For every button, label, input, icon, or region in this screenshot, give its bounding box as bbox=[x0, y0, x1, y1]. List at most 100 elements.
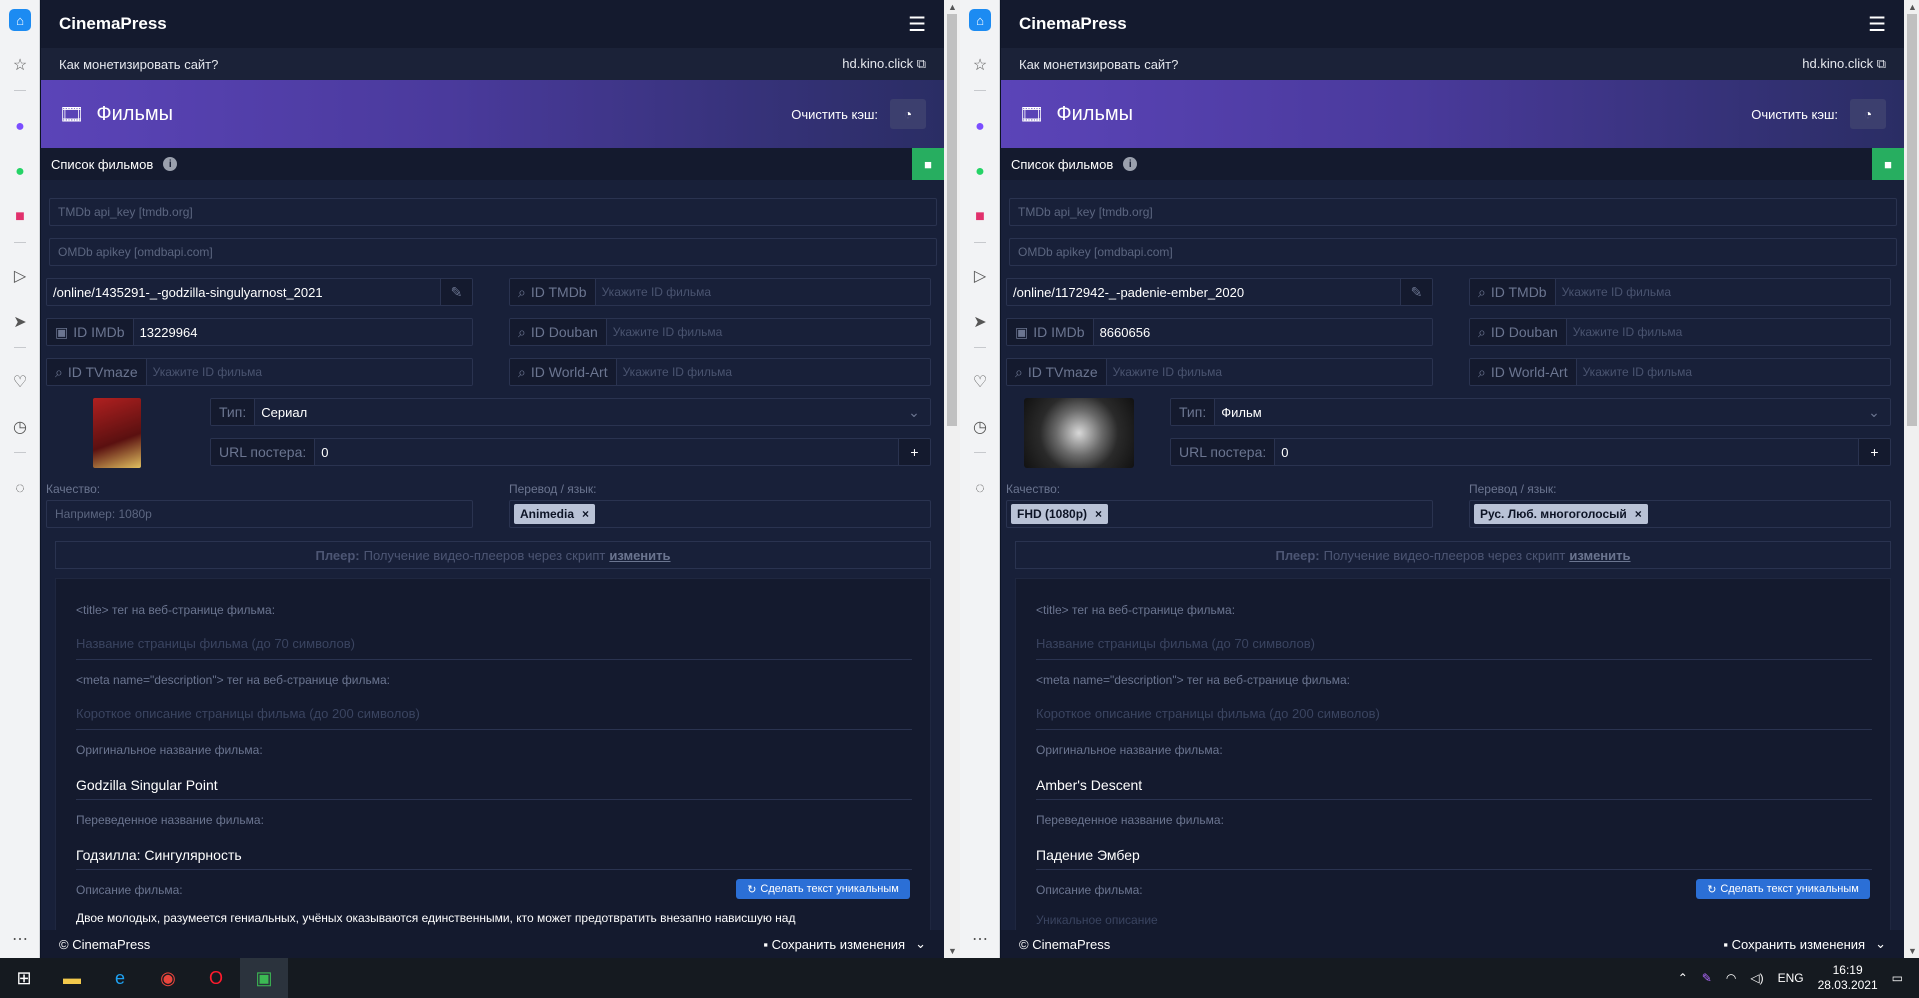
player-icon[interactable]: ▷ bbox=[9, 265, 31, 287]
id-tvmaze-input[interactable]: Укажите ID фильма bbox=[1106, 359, 1432, 385]
type-select[interactable]: Тип: Сериал ⌄ bbox=[210, 398, 931, 426]
messenger-icon[interactable]: ● bbox=[969, 116, 991, 138]
id-douban-field[interactable]: ⌕ ID Douban Укажите ID фильма bbox=[509, 318, 931, 346]
notification-icon[interactable]: ▭ bbox=[1892, 971, 1903, 985]
orig-name-input[interactable]: Amber's Descent bbox=[1036, 777, 1142, 793]
info-icon[interactable]: i bbox=[1123, 157, 1138, 171]
id-imdb-input[interactable]: 8660656 bbox=[1093, 319, 1432, 345]
history-icon[interactable]: ◷ bbox=[9, 416, 31, 438]
id-imdb-input[interactable]: 13229964 bbox=[133, 319, 472, 345]
id-worldart-field[interactable]: ⌕ ID World-Art Укажите ID фильма bbox=[509, 358, 931, 386]
send-icon[interactable]: ➤ bbox=[9, 311, 31, 333]
chevron-down-icon[interactable]: ⌄ bbox=[1875, 936, 1886, 952]
plus-icon[interactable]: + bbox=[898, 439, 930, 465]
star-icon[interactable]: ☆ bbox=[969, 54, 991, 76]
desc-tag-input[interactable]: Короткое описание страницы фильма (до 20… bbox=[1036, 706, 1380, 721]
explorer-icon[interactable]: ▬ bbox=[48, 958, 96, 998]
pen-icon[interactable]: ✎ bbox=[1702, 971, 1712, 985]
desc-tag-input[interactable]: Короткое описание страницы фильма (до 20… bbox=[76, 706, 420, 721]
chevron-down-icon[interactable]: ⌄ bbox=[898, 399, 930, 425]
brand-logo[interactable]: CinemaPress bbox=[59, 14, 167, 34]
film-desc-text[interactable]: Двое молодых, разумеется гениальных, учё… bbox=[76, 911, 912, 925]
volume-icon[interactable]: ◁) bbox=[1750, 971, 1763, 985]
network-icon[interactable]: ◠ bbox=[1726, 971, 1736, 985]
domain-link[interactable]: hd.kino.click ⧉ bbox=[1802, 56, 1886, 72]
id-douban-input[interactable]: Укажите ID фильма bbox=[1566, 319, 1890, 345]
whatsapp-icon[interactable]: ● bbox=[9, 161, 31, 183]
url-value[interactable]: /online/1172942-_-padenie-ember_2020 bbox=[1007, 279, 1400, 305]
video-icon[interactable]: ■ bbox=[912, 148, 944, 180]
chevron-up-icon[interactable]: ⌃ bbox=[1678, 971, 1688, 985]
bulb-icon[interactable]: ◌ bbox=[9, 478, 31, 500]
bulb-icon[interactable]: ◌ bbox=[969, 478, 991, 500]
scrollbar[interactable]: ▲ ▼ bbox=[1904, 0, 1919, 958]
id-tvmaze-input[interactable]: Укажите ID фильма bbox=[146, 359, 472, 385]
app-icon[interactable]: ▣ bbox=[240, 958, 288, 998]
info-icon[interactable]: i bbox=[163, 157, 178, 171]
id-worldart-input[interactable]: Укажите ID фильма bbox=[616, 359, 930, 385]
id-douban-input[interactable]: Укажите ID фильма bbox=[606, 319, 930, 345]
poster-url-input[interactable]: 0 bbox=[1275, 439, 1858, 465]
poster-url-field[interactable]: URL постера: 0 + bbox=[1170, 438, 1891, 466]
windows-start-icon[interactable]: ⊞ bbox=[0, 958, 48, 998]
id-worldart-field[interactable]: ⌕ ID World-Art Укажите ID фильма bbox=[1469, 358, 1891, 386]
whatsapp-icon[interactable]: ● bbox=[969, 161, 991, 183]
url-value[interactable]: /online/1435291-_-godzilla-singulyarnost… bbox=[47, 279, 440, 305]
player-change-link[interactable]: изменить bbox=[609, 548, 670, 563]
home-icon[interactable]: ⌂ bbox=[969, 9, 991, 31]
save-button[interactable]: ▪ Сохранить изменения bbox=[1723, 937, 1865, 952]
id-tvmaze-field[interactable]: ⌕ ID TVmaze Укажите ID фильма bbox=[1006, 358, 1433, 386]
id-tmdb-input[interactable]: Укажите ID фильма bbox=[1555, 279, 1890, 305]
uniq-desc-input[interactable]: Уникальное описание bbox=[1036, 913, 1158, 927]
language-indicator[interactable]: ENG bbox=[1778, 971, 1804, 985]
send-icon[interactable]: ➤ bbox=[969, 311, 991, 333]
clear-cache-button[interactable]: ◔ bbox=[1850, 99, 1886, 129]
id-tvmaze-field[interactable]: ⌕ ID TVmaze Укажите ID фильма bbox=[46, 358, 473, 386]
brand-logo[interactable]: CinemaPress bbox=[1019, 14, 1127, 34]
title-tag-input[interactable]: Название страницы фильма (до 70 символов… bbox=[76, 636, 355, 651]
orig-name-input[interactable]: Godzilla Singular Point bbox=[76, 777, 218, 793]
history-icon[interactable]: ◷ bbox=[969, 416, 991, 438]
tmdb-key-input[interactable]: TMDb api_key [tmdb.org] bbox=[49, 198, 937, 226]
messenger-icon[interactable]: ● bbox=[9, 116, 31, 138]
more-icon[interactable]: ⋯ bbox=[969, 928, 991, 950]
uniq-button[interactable]: ↻ Сделать текст уникальным bbox=[736, 879, 910, 899]
instagram-icon[interactable]: ■ bbox=[969, 206, 991, 228]
edit-icon[interactable]: ✎ bbox=[1400, 279, 1432, 305]
monetize-link[interactable]: Как монетизировать сайт? bbox=[1019, 57, 1178, 72]
opera-icon[interactable]: O bbox=[192, 958, 240, 998]
video-icon[interactable]: ■ bbox=[1872, 148, 1904, 180]
url-field[interactable]: /online/1172942-_-padenie-ember_2020 ✎ bbox=[1006, 278, 1433, 306]
type-value[interactable]: Фильм bbox=[1215, 399, 1858, 425]
player-icon[interactable]: ▷ bbox=[969, 265, 991, 287]
remove-tag-icon[interactable]: × bbox=[582, 507, 589, 521]
save-button[interactable]: ▪ Сохранить изменения bbox=[763, 937, 905, 952]
domain-link[interactable]: hd.kino.click ⧉ bbox=[842, 56, 926, 72]
edit-icon[interactable]: ✎ bbox=[440, 279, 472, 305]
scrollbar[interactable]: ▲ ▼ bbox=[944, 0, 960, 958]
tmdb-key-input[interactable]: TMDb api_key [tmdb.org] bbox=[1009, 198, 1897, 226]
heart-icon[interactable]: ♡ bbox=[9, 371, 31, 393]
type-select[interactable]: Тип: Фильм ⌄ bbox=[1170, 398, 1891, 426]
omdb-key-input[interactable]: OMDb apikey [omdbapi.com] bbox=[49, 238, 937, 266]
id-tmdb-field[interactable]: ⌕ ID TMDb Укажите ID фильма bbox=[1469, 278, 1891, 306]
chevron-down-icon[interactable]: ⌄ bbox=[915, 936, 926, 952]
quality-input[interactable]: FHD (1080p) × bbox=[1006, 500, 1433, 528]
more-icon[interactable]: ⋯ bbox=[9, 928, 31, 950]
remove-tag-icon[interactable]: × bbox=[1635, 507, 1642, 521]
player-change-link[interactable]: изменить bbox=[1569, 548, 1630, 563]
poster-url-input[interactable]: 0 bbox=[315, 439, 898, 465]
trans-name-input[interactable]: Падение Эмбер bbox=[1036, 847, 1140, 863]
star-icon[interactable]: ☆ bbox=[9, 54, 31, 76]
type-value[interactable]: Сериал bbox=[255, 399, 898, 425]
id-worldart-input[interactable]: Укажите ID фильма bbox=[1576, 359, 1890, 385]
omdb-key-input[interactable]: OMDb apikey [omdbapi.com] bbox=[1009, 238, 1897, 266]
chrome-icon[interactable]: ◉ bbox=[144, 958, 192, 998]
title-tag-input[interactable]: Название страницы фильма (до 70 символов… bbox=[1036, 636, 1315, 651]
ie-icon[interactable]: e bbox=[96, 958, 144, 998]
home-icon[interactable]: ⌂ bbox=[9, 9, 31, 31]
plus-icon[interactable]: + bbox=[1858, 439, 1890, 465]
menu-icon[interactable]: ☰ bbox=[908, 12, 926, 37]
clear-cache-button[interactable]: ◔ bbox=[890, 99, 926, 129]
uniq-button[interactable]: ↻ Сделать текст уникальным bbox=[1696, 879, 1870, 899]
